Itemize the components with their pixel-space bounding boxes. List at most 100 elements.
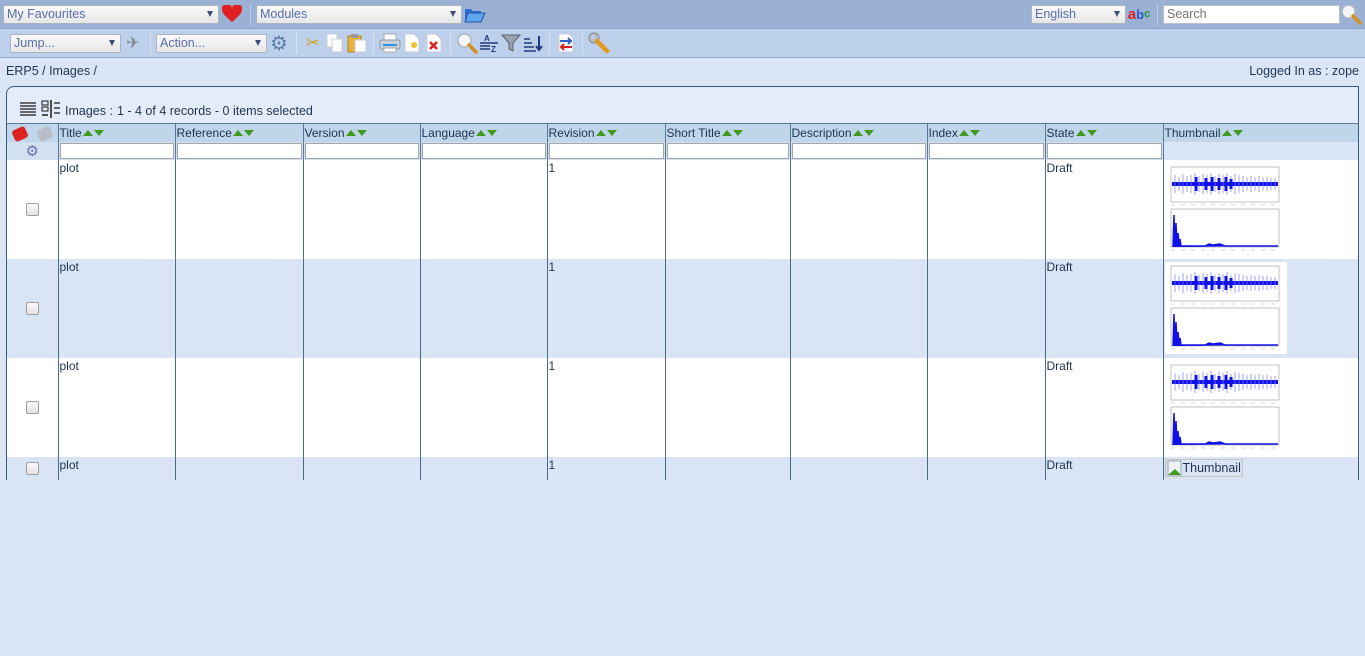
version-cell[interactable] xyxy=(302,159,420,259)
row-checkbox[interactable] xyxy=(25,400,39,414)
table-row[interactable]: plot 1 Draft xyxy=(7,357,1358,457)
table-row[interactable]: plot 1 Draft xyxy=(7,159,1358,259)
index-cell[interactable] xyxy=(926,357,1045,457)
state-cell[interactable]: Draft xyxy=(1044,258,1163,358)
configure-columns-icon[interactable] xyxy=(39,100,63,118)
sort-descending-icon[interactable] xyxy=(243,129,254,136)
short-title-cell[interactable] xyxy=(664,456,790,480)
reference-cell[interactable] xyxy=(174,357,303,457)
thumbnail-image[interactable] xyxy=(1164,261,1287,354)
version-cell[interactable] xyxy=(302,258,420,358)
column-header-reference[interactable]: Reference xyxy=(174,123,303,142)
abc-language-icon[interactable]: abc xyxy=(1126,3,1152,25)
cut-icon[interactable]: ✂ xyxy=(302,32,324,54)
description-cell[interactable] xyxy=(789,456,927,480)
thumbnail-image[interactable] xyxy=(1164,162,1287,255)
description-cell[interactable] xyxy=(789,258,927,358)
state-cell[interactable]: Draft xyxy=(1044,357,1163,457)
sort-descending-icon[interactable] xyxy=(1086,129,1097,136)
filter-reference-input[interactable] xyxy=(176,142,302,159)
search-input[interactable] xyxy=(1163,4,1340,24)
sort-descending-icon[interactable] xyxy=(486,129,497,136)
column-header-title[interactable]: Title xyxy=(57,123,175,142)
sort-ascending-icon[interactable] xyxy=(82,129,93,136)
revision-cell[interactable]: 1 xyxy=(546,456,665,480)
filter-revision-input[interactable] xyxy=(548,142,664,159)
filter-icon[interactable] xyxy=(500,32,522,54)
thumbnail-cell[interactable] xyxy=(1162,258,1358,358)
short-title-cell[interactable] xyxy=(664,258,790,358)
description-cell[interactable] xyxy=(789,159,927,259)
sort-descending-icon[interactable] xyxy=(863,129,874,136)
short-title-cell[interactable] xyxy=(664,357,790,457)
revision-cell[interactable]: 1 xyxy=(546,258,665,358)
title-cell[interactable]: plot xyxy=(57,258,175,358)
broken-thumbnail-image[interactable]: Thumbnail xyxy=(1164,458,1243,477)
new-document-icon[interactable] xyxy=(401,32,423,54)
filter-language-input[interactable] xyxy=(421,142,546,159)
sort-descending-icon[interactable] xyxy=(606,129,617,136)
sort-az-icon[interactable]: AZ xyxy=(478,32,500,54)
sort-ascending-icon[interactable] xyxy=(852,129,863,136)
sort-ascending-icon[interactable] xyxy=(1221,129,1232,136)
airplane-jump-icon[interactable]: ✈ xyxy=(121,32,145,54)
sort-icon[interactable] xyxy=(522,32,544,54)
reference-cell[interactable] xyxy=(174,456,303,480)
language-cell[interactable] xyxy=(419,456,547,480)
check-all-icon[interactable] xyxy=(11,125,29,142)
table-row[interactable]: plot 1 Draft xyxy=(7,258,1358,358)
language-select[interactable]: English xyxy=(1031,4,1126,24)
wrench-icon[interactable] xyxy=(588,32,610,54)
exchange-icon[interactable] xyxy=(555,32,577,54)
sort-descending-icon[interactable] xyxy=(356,129,367,136)
sort-ascending-icon[interactable] xyxy=(1075,129,1086,136)
index-cell[interactable] xyxy=(926,258,1045,358)
state-cell[interactable]: Draft xyxy=(1044,456,1163,480)
modules-select[interactable]: Modules xyxy=(256,4,462,24)
list-view-icon[interactable] xyxy=(17,100,39,118)
reference-cell[interactable] xyxy=(174,258,303,358)
sort-descending-icon[interactable] xyxy=(969,129,980,136)
thumbnail-image[interactable] xyxy=(1164,360,1287,453)
row-checkbox[interactable] xyxy=(25,202,39,216)
jump-select[interactable]: Jump... xyxy=(10,33,121,53)
delete-document-icon[interactable] xyxy=(423,32,445,54)
sort-descending-icon[interactable] xyxy=(93,129,104,136)
filter-gear-icon[interactable]: ⚙ xyxy=(26,143,39,160)
sort-ascending-icon[interactable] xyxy=(475,129,486,136)
title-link[interactable]: plot xyxy=(60,161,79,175)
column-header-state[interactable]: State xyxy=(1044,123,1163,142)
uncheck-all-icon[interactable] xyxy=(36,125,55,142)
copy-icon[interactable] xyxy=(324,32,346,54)
thumbnail-cell[interactable] xyxy=(1162,159,1358,259)
find-icon[interactable] xyxy=(456,32,478,54)
state-cell[interactable]: Draft xyxy=(1044,159,1163,259)
filter-description-input[interactable] xyxy=(791,142,926,159)
version-cell[interactable] xyxy=(302,357,420,457)
column-header-index[interactable]: Index xyxy=(926,123,1045,142)
column-header-revision[interactable]: Revision xyxy=(546,123,665,142)
title-cell[interactable]: plot xyxy=(57,456,175,480)
filter-version-input[interactable] xyxy=(304,142,419,159)
filter-state-input[interactable] xyxy=(1046,142,1162,159)
filter-title-input[interactable] xyxy=(59,142,174,159)
language-cell[interactable] xyxy=(419,159,547,259)
sort-descending-icon[interactable] xyxy=(1232,129,1243,136)
favourites-select[interactable]: My Favourites xyxy=(3,4,219,24)
action-select[interactable]: Action... xyxy=(156,33,267,53)
column-header-version[interactable]: Version xyxy=(302,123,420,142)
paste-icon[interactable] xyxy=(346,32,368,54)
sort-ascending-icon[interactable] xyxy=(232,129,243,136)
filter-short-title-input[interactable] xyxy=(666,142,789,159)
print-icon[interactable] xyxy=(379,32,401,54)
version-cell[interactable] xyxy=(302,456,420,480)
open-folder-icon[interactable] xyxy=(462,3,488,25)
sort-ascending-icon[interactable] xyxy=(958,129,969,136)
title-link[interactable]: plot xyxy=(60,260,79,274)
reference-cell[interactable] xyxy=(174,159,303,259)
heart-icon[interactable] xyxy=(219,3,245,25)
short-title-cell[interactable] xyxy=(664,159,790,259)
column-header-short-title[interactable]: Short Title xyxy=(664,123,790,142)
description-cell[interactable] xyxy=(789,357,927,457)
filter-index-input[interactable] xyxy=(928,142,1044,159)
